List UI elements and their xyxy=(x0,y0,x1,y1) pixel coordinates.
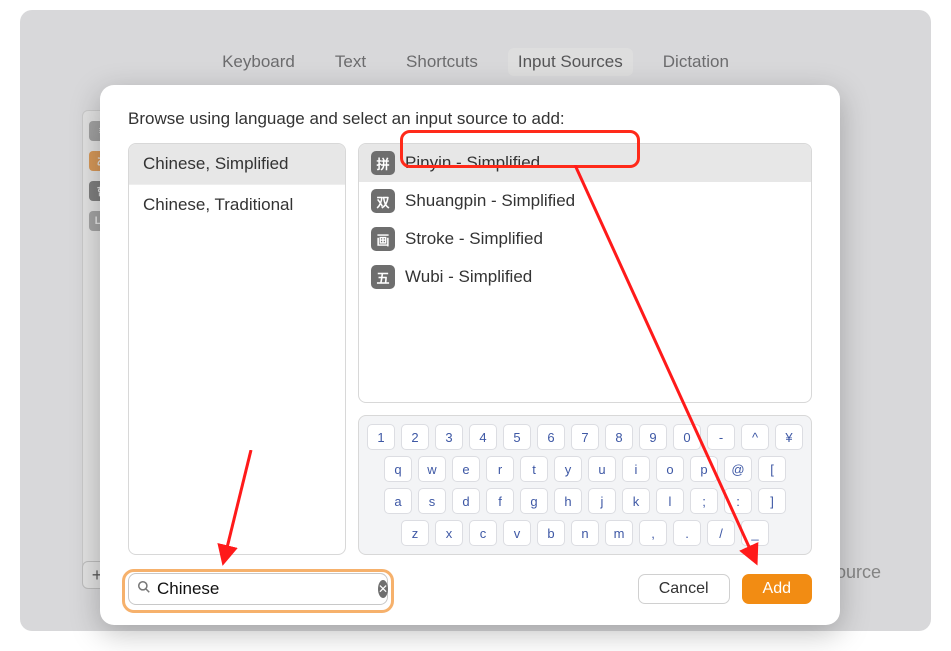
keyboard-key: l xyxy=(656,488,684,514)
keyboard-key: j xyxy=(588,488,616,514)
input-source-row[interactable]: 双 Shuangpin - Simplified xyxy=(359,182,811,220)
keyboard-key: n xyxy=(571,520,599,546)
keyboard-layout-preview: 1234567890-^¥ qwertyuiop@[ asdfghjkl;:] zxc… xyxy=(358,415,812,555)
tab-shortcuts[interactable]: Shortcuts xyxy=(396,48,488,76)
input-source-glyph-icon: 双 xyxy=(371,189,395,213)
add-button[interactable]: Add xyxy=(742,574,812,604)
keyboard-key: o xyxy=(656,456,684,482)
keyboard-key: 8 xyxy=(605,424,633,450)
keyboard-key: e xyxy=(452,456,480,482)
add-input-source-sheet: Browse using language and select an inpu… xyxy=(100,85,840,625)
input-source-label: Stroke - Simplified xyxy=(405,229,543,249)
keyboard-key: c xyxy=(469,520,497,546)
input-source-glyph-icon: 画 xyxy=(371,227,395,251)
keyboard-key: v xyxy=(503,520,531,546)
input-source-glyph-icon: 拼 xyxy=(371,151,395,175)
search-icon xyxy=(137,580,151,598)
sheet-title: Browse using language and select an inpu… xyxy=(128,109,812,129)
input-source-row[interactable]: 画 Stroke - Simplified xyxy=(359,220,811,258)
keyboard-key: u xyxy=(588,456,616,482)
keyboard-key: 7 xyxy=(571,424,599,450)
keyboard-key: 2 xyxy=(401,424,429,450)
keyboard-key: / xyxy=(707,520,735,546)
input-source-label: Pinyin - Simplified xyxy=(405,153,540,173)
search-field-wrap[interactable]: ✕ xyxy=(128,573,388,605)
keyboard-key: t xyxy=(520,456,548,482)
input-source-list[interactable]: 拼 Pinyin - Simplified 双 Shuangpin - Simplif… xyxy=(358,143,812,403)
keyboard-key: . xyxy=(673,520,701,546)
keyboard-key: m xyxy=(605,520,633,546)
input-source-glyph-icon: 五 xyxy=(371,265,395,289)
keyboard-key: ¥ xyxy=(775,424,803,450)
keyboard-key: b xyxy=(537,520,565,546)
search-input[interactable] xyxy=(157,579,378,599)
keyboard-key: 9 xyxy=(639,424,667,450)
keyboard-key: @ xyxy=(724,456,752,482)
keyboard-key: 6 xyxy=(537,424,565,450)
input-source-row[interactable]: 拼 Pinyin - Simplified xyxy=(359,144,811,182)
input-source-label: Wubi - Simplified xyxy=(405,267,532,287)
tab-input-sources[interactable]: Input Sources xyxy=(508,48,633,76)
keyboard-key: w xyxy=(418,456,446,482)
keyboard-key: [ xyxy=(758,456,786,482)
keyboard-key: k xyxy=(622,488,650,514)
keyboard-key: 5 xyxy=(503,424,531,450)
keyboard-key: ] xyxy=(758,488,786,514)
keyboard-key: d xyxy=(452,488,480,514)
tab-keyboard[interactable]: Keyboard xyxy=(212,48,305,76)
keyboard-key: y xyxy=(554,456,582,482)
keyboard-key: q xyxy=(384,456,412,482)
keyboard-key: p xyxy=(690,456,718,482)
tab-dictation[interactable]: Dictation xyxy=(653,48,739,76)
keyboard-key: r xyxy=(486,456,514,482)
keyboard-key: _ xyxy=(741,520,769,546)
keyboard-key: f xyxy=(486,488,514,514)
language-row-chinese-simplified[interactable]: Chinese, Simplified xyxy=(129,144,345,185)
keyboard-key: ; xyxy=(690,488,718,514)
keyboard-key: a xyxy=(384,488,412,514)
keyboard-key: z xyxy=(401,520,429,546)
keyboard-key: i xyxy=(622,456,650,482)
preferences-tabs: Keyboard Text Shortcuts Input Sources Di… xyxy=(20,48,931,76)
language-list[interactable]: Chinese, Simplified Chinese, Traditional xyxy=(128,143,346,555)
keyboard-key: : xyxy=(724,488,752,514)
cancel-button[interactable]: Cancel xyxy=(638,574,730,604)
keyboard-key: g xyxy=(520,488,548,514)
clear-search-icon[interactable]: ✕ xyxy=(378,580,388,598)
keyboard-key: ^ xyxy=(741,424,769,450)
input-source-label: Shuangpin - Simplified xyxy=(405,191,575,211)
keyboard-key: 0 xyxy=(673,424,701,450)
keyboard-key: 4 xyxy=(469,424,497,450)
keyboard-key: s xyxy=(418,488,446,514)
truncated-text: ource xyxy=(836,562,881,583)
input-source-row[interactable]: 五 Wubi - Simplified xyxy=(359,258,811,296)
language-row-chinese-traditional[interactable]: Chinese, Traditional xyxy=(129,185,345,225)
keyboard-key: 1 xyxy=(367,424,395,450)
keyboard-key: - xyxy=(707,424,735,450)
keyboard-key: x xyxy=(435,520,463,546)
keyboard-key: , xyxy=(639,520,667,546)
tab-text[interactable]: Text xyxy=(325,48,376,76)
keyboard-key: 3 xyxy=(435,424,463,450)
keyboard-key: h xyxy=(554,488,582,514)
